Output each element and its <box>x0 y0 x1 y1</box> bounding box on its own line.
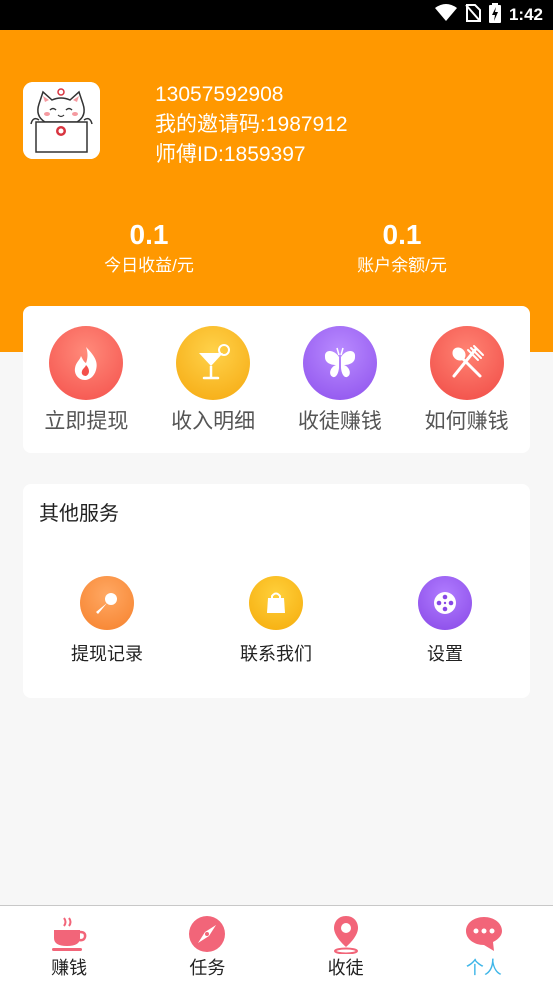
butterfly-icon <box>302 326 377 400</box>
how-to-earn-label: 如何赚钱 <box>424 410 509 433</box>
how-to-earn-button[interactable]: 如何赚钱 <box>403 306 530 453</box>
settings-button[interactable]: 设置 <box>375 576 515 666</box>
compass-icon <box>187 914 227 954</box>
tab-tasks-label: 任务 <box>189 958 226 978</box>
tab-profile-label: 个人 <box>465 958 502 978</box>
chat-bubble-icon <box>464 914 504 954</box>
quick-actions-card: 立即提现 收入明细 收徒赚钱 如何赚钱 <box>23 306 530 453</box>
account-balance: 0.1 账户余额/元 <box>302 218 502 278</box>
tab-earn[interactable]: 赚钱 <box>0 906 138 983</box>
contact-us-button[interactable]: 联系我们 <box>206 576 346 666</box>
master-id: 师傅ID:1859397 <box>155 143 306 166</box>
withdraw-now-button[interactable]: 立即提现 <box>23 306 150 453</box>
account-balance-label: 账户余额/元 <box>357 256 447 275</box>
tab-tasks[interactable]: 任务 <box>138 906 276 983</box>
recruit-earn-label: 收徒赚钱 <box>297 410 382 433</box>
status-bar: 1:42 <box>0 0 553 30</box>
status-icons: 1:42 <box>434 2 543 28</box>
tab-profile[interactable]: 个人 <box>415 906 553 983</box>
film-reel-icon <box>418 576 472 630</box>
tab-recruit-label: 收徒 <box>327 958 364 978</box>
contact-us-label: 联系我们 <box>240 644 312 664</box>
recruit-earn-button[interactable]: 收徒赚钱 <box>277 306 404 453</box>
battery-charging-icon <box>488 2 501 28</box>
lucky-cat-icon <box>23 82 100 159</box>
withdraw-now-label: 立即提现 <box>44 410 129 433</box>
status-time: 1:42 <box>508 5 543 24</box>
bottom-tab-bar: 赚钱 任务 收徒 个人 <box>0 905 553 983</box>
today-earnings-label: 今日收益/元 <box>104 256 194 275</box>
tab-earn-label: 赚钱 <box>51 958 88 978</box>
microphone-icon <box>80 576 134 630</box>
tab-recruit[interactable]: 收徒 <box>277 906 415 983</box>
withdraw-records-button[interactable]: 提现记录 <box>37 576 177 666</box>
today-earnings: 0.1 今日收益/元 <box>49 218 249 278</box>
account-balance-value: 0.1 <box>382 219 422 250</box>
avatar[interactable] <box>23 82 100 159</box>
phone-number: 13057592908 <box>155 83 284 106</box>
no-sim-icon <box>465 3 481 27</box>
other-services-card: 其他服务 提现记录 联系我们 设置 <box>23 484 530 698</box>
today-earnings-value: 0.1 <box>129 219 169 250</box>
user-info: 13057592908 我的邀请码:1987912 师傅ID:1859397 <box>155 80 348 170</box>
flame-icon <box>49 326 124 400</box>
shopping-bag-icon <box>249 576 303 630</box>
cocktail-icon <box>176 326 251 400</box>
income-details-label: 收入明细 <box>171 410 256 433</box>
withdraw-records-label: 提现记录 <box>71 644 143 664</box>
wifi-icon <box>434 3 457 27</box>
fork-spoon-icon <box>429 326 504 400</box>
profile-header: 13057592908 我的邀请码:1987912 师傅ID:1859397 0… <box>0 30 553 352</box>
invite-code: 我的邀请码:1987912 <box>155 113 348 136</box>
settings-label: 设置 <box>427 644 463 664</box>
coffee-cup-icon <box>49 914 89 954</box>
map-pin-icon <box>326 914 366 954</box>
services-title: 其他服务 <box>39 503 119 525</box>
income-details-button[interactable]: 收入明细 <box>150 306 277 453</box>
